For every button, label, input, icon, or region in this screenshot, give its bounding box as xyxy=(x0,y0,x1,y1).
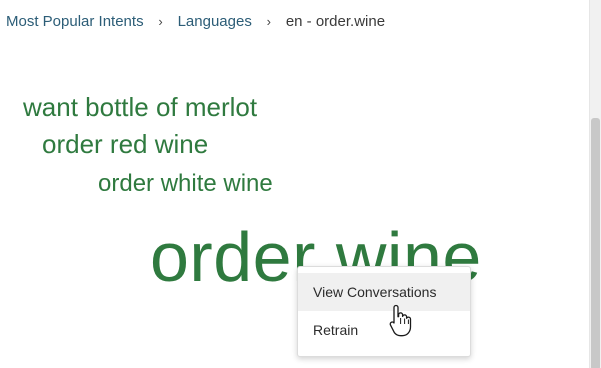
menu-item-view-conversations[interactable]: View Conversations xyxy=(298,273,470,311)
phrase-want-bottle-of-merlot[interactable]: want bottle of merlot xyxy=(23,94,257,120)
breadcrumb-languages[interactable]: Languages xyxy=(178,13,252,31)
chevron-right-icon: › xyxy=(158,14,163,29)
breadcrumb: Most Popular Intents › Languages › en - … xyxy=(6,13,385,31)
menu-item-retrain[interactable]: Retrain xyxy=(298,311,470,349)
context-menu: View Conversations Retrain xyxy=(297,266,471,357)
hand-pointer-icon xyxy=(389,304,412,337)
vertical-scrollbar[interactable] xyxy=(589,0,601,368)
intent-phrase-cloud-page: Most Popular Intents › Languages › en - … xyxy=(0,0,601,368)
breadcrumb-current-intent: en - order.wine xyxy=(285,13,386,30)
chevron-right-icon: › xyxy=(266,14,271,29)
scrollbar-thumb[interactable] xyxy=(591,118,600,368)
breadcrumb-most-popular-intents[interactable]: Most Popular Intents xyxy=(6,13,144,31)
phrase-order-white-wine[interactable]: order white wine xyxy=(98,172,273,196)
phrase-order-red-wine[interactable]: order red wine xyxy=(42,131,208,157)
